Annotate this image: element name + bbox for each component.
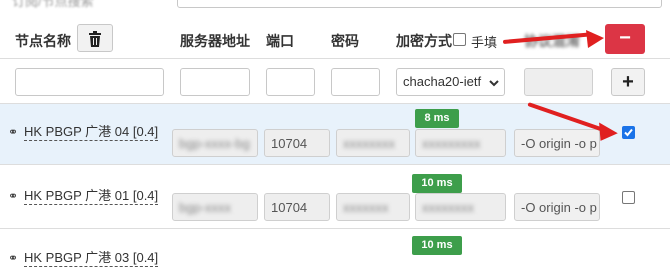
- header-port: 端口: [266, 33, 294, 49]
- trash-icon: [89, 31, 101, 47]
- row-select-checkbox[interactable]: [622, 126, 635, 139]
- arrow-head-icon: [599, 122, 618, 141]
- top-partial-input[interactable]: [177, 0, 662, 8]
- link-icon: ⚭: [8, 125, 19, 139]
- new-protocol-input[interactable]: [524, 68, 593, 96]
- plugin-field: -O origin -o p: [514, 193, 600, 221]
- method-field: xxxxxxxxx: [415, 129, 506, 157]
- top-partial-label: 订阅/节点搜索: [12, 0, 94, 9]
- server-value: bgp-xxxx-bg: [179, 136, 250, 151]
- node-name-link[interactable]: HK PBGP 广港 01 [0.4]: [24, 188, 159, 205]
- arrow-head-icon: [586, 30, 604, 48]
- new-password-input[interactable]: [331, 68, 380, 96]
- header-encryption: 加密方式: [396, 33, 452, 49]
- delete-button[interactable]: [77, 24, 113, 52]
- link-icon: ⚭: [8, 251, 19, 265]
- server-field: bgp-xxxx-bg: [172, 129, 258, 157]
- new-server-input[interactable]: [180, 68, 250, 96]
- minus-icon: −: [619, 27, 631, 49]
- chevron-down-icon: [489, 80, 499, 87]
- password-value: xxxxxxxx: [343, 136, 395, 151]
- password-value: xxxxxxx: [343, 200, 389, 215]
- header-divider: [0, 58, 670, 59]
- new-port-input[interactable]: [266, 68, 315, 96]
- plus-icon: +: [622, 71, 634, 93]
- plugin-value: -O origin -o p: [521, 136, 597, 151]
- header-server: 服务器地址: [180, 33, 250, 49]
- password-field: xxxxxxxx: [336, 129, 410, 157]
- remove-button[interactable]: −: [605, 24, 645, 54]
- port-value: 10704: [271, 200, 308, 215]
- method-value: xxxxxxxx: [422, 200, 474, 215]
- method-value: xxxxxxxxx: [422, 136, 481, 151]
- row-divider: [0, 228, 670, 229]
- port-field: 10704: [264, 129, 330, 157]
- node-name-link[interactable]: HK PBGP 广港 04 [0.4]: [24, 124, 159, 141]
- server-value: bgp-xxxx: [179, 200, 232, 215]
- row-select-checkbox[interactable]: [622, 191, 635, 204]
- new-node-name-input[interactable]: [15, 68, 164, 96]
- latency-badge: 10 ms: [412, 236, 462, 255]
- password-field: xxxxxxx: [336, 193, 410, 221]
- plugin-field: -O origin -o p: [514, 129, 600, 157]
- checkmark-icon: [624, 128, 633, 137]
- link-icon: ⚭: [8, 189, 19, 203]
- latency-badge: 10 ms: [412, 174, 462, 193]
- row-divider: [0, 164, 670, 165]
- latency-badge: 8 ms: [415, 109, 459, 128]
- plugin-value: -O origin -o p: [521, 200, 597, 215]
- encryption-select[interactable]: chacha20-ietf: [396, 68, 505, 96]
- manual-label: 手填: [471, 35, 498, 50]
- method-field: xxxxxxxx: [415, 193, 506, 221]
- encryption-select-value: chacha20-ietf: [403, 74, 482, 89]
- header-node-name: 节点名称: [15, 33, 71, 49]
- header-password: 密码: [331, 33, 359, 49]
- port-value: 10704: [271, 136, 308, 151]
- port-field: 10704: [264, 193, 330, 221]
- server-field: bgp-xxxx: [172, 193, 258, 221]
- add-button[interactable]: +: [611, 68, 645, 96]
- manual-checkbox[interactable]: [453, 33, 466, 46]
